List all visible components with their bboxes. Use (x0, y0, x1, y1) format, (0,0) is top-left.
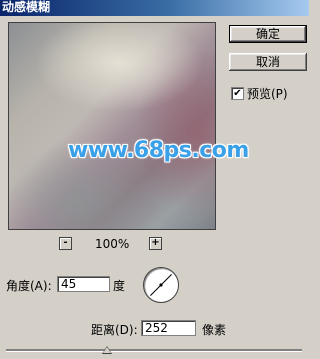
watermark: www.68ps.com (68, 138, 249, 163)
cancel-button[interactable]: 取消 (229, 53, 307, 71)
angle-center-dot (159, 283, 163, 287)
preview-label[interactable]: 预览(P) (247, 85, 288, 102)
zoom-in-button[interactable]: + (149, 237, 162, 250)
preview-area[interactable] (8, 22, 216, 230)
window-title: 动感模糊 (2, 0, 51, 14)
distance-unit: 像素 (202, 323, 227, 337)
title-bar: 动感模糊 (0, 0, 309, 16)
angle-dial-graphic (150, 274, 172, 296)
plus-icon: + (151, 237, 160, 248)
distance-slider-track[interactable] (6, 349, 302, 352)
distance-input[interactable] (141, 320, 196, 336)
minus-icon: - (63, 237, 68, 248)
preview-checkbox[interactable]: ✔ (231, 87, 244, 100)
angle-label: 角度(A): (6, 279, 52, 293)
zoom-out-button[interactable]: - (59, 237, 72, 250)
slider-thumb-icon[interactable] (101, 346, 112, 354)
ok-button[interactable]: 确定 (229, 25, 307, 43)
angle-dial-icon[interactable] (143, 267, 179, 303)
zoom-level: 100% (95, 237, 130, 251)
angle-input[interactable] (57, 276, 110, 292)
distance-label: 距离(D): (91, 323, 138, 337)
angle-unit: 度 (113, 279, 126, 293)
checkmark-icon: ✔ (233, 88, 242, 99)
